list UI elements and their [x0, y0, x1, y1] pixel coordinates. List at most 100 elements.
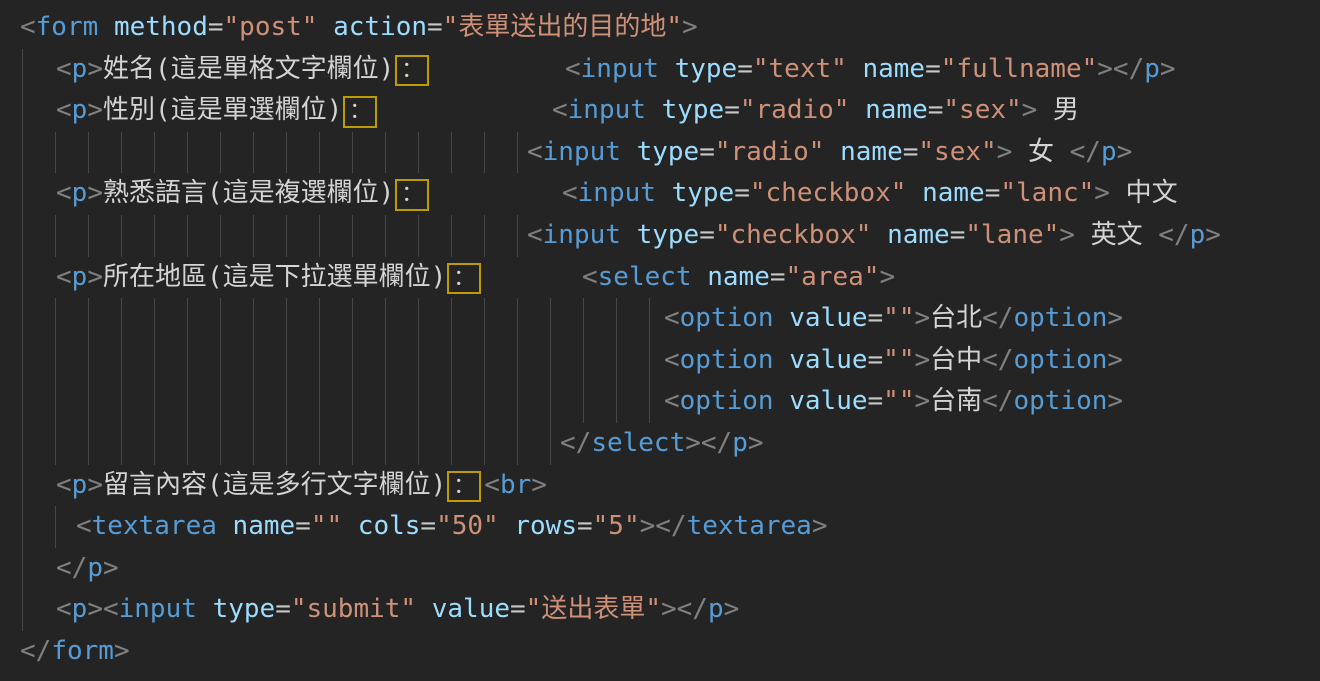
indent-guide	[253, 215, 254, 257]
token-attribute-name: name	[862, 54, 925, 84]
indent-guide	[352, 340, 353, 382]
token-equals: =	[699, 137, 715, 167]
token-string-value: "5"	[593, 511, 640, 541]
token-punctuation: >	[87, 262, 103, 292]
token-text	[317, 12, 333, 42]
token-equals: =	[950, 220, 966, 250]
indent-guide	[154, 340, 155, 382]
token-punctuation: <	[56, 594, 72, 624]
token-string-value: "post"	[224, 12, 318, 42]
token-punctuation: </	[1070, 137, 1101, 167]
token-punctuation: >	[914, 345, 930, 375]
code-editor[interactable]: <form method="post" action="表單送出的目的地"><p…	[0, 0, 1320, 681]
token-punctuation: <	[56, 470, 72, 500]
token-punctuation: >	[724, 594, 740, 624]
indent-guide	[253, 340, 254, 382]
token-tag-name: textarea	[687, 511, 812, 541]
indent-guide	[583, 381, 584, 423]
indent-guide	[55, 340, 56, 382]
code-chunk: <p>性別(這是單選欄位)：	[56, 90, 380, 132]
token-string-value: "text"	[753, 54, 847, 84]
indent-guide	[22, 132, 23, 174]
indent-guide	[616, 381, 617, 423]
token-text	[217, 511, 233, 541]
indent-guide	[220, 340, 221, 382]
token-text	[692, 262, 708, 292]
indent-guide	[451, 340, 452, 382]
token-punctuation: >	[1107, 303, 1123, 333]
token-punctuation: >	[1160, 54, 1176, 84]
token-string-value: "lane"	[965, 220, 1059, 250]
indent-guide	[418, 381, 419, 423]
indent-guide	[319, 340, 320, 382]
indent-guide	[154, 215, 155, 257]
token-text	[774, 386, 790, 416]
token-string-value: ""	[883, 345, 914, 375]
indent-guide	[286, 340, 287, 382]
indent-guide	[319, 423, 320, 465]
indent-guide	[22, 381, 23, 423]
token-punctuation: </	[560, 428, 591, 458]
token-punctuation: >	[1117, 137, 1133, 167]
token-text	[849, 95, 865, 125]
indent-guide	[385, 215, 386, 257]
indent-guide	[286, 423, 287, 465]
token-punctuation: >	[682, 12, 698, 42]
token-punctuation: <	[582, 262, 598, 292]
indent-guide	[517, 381, 518, 423]
token-attribute-name: type	[213, 594, 276, 624]
indent-guide	[319, 298, 320, 340]
indent-guide	[451, 298, 452, 340]
indent-guide	[385, 298, 386, 340]
indent-guide	[484, 423, 485, 465]
token-attribute-name: type	[637, 220, 700, 250]
indent-guide	[121, 215, 122, 257]
code-line: <p>所在地區(這是下拉選單欄位)：<select name="area">	[0, 257, 1320, 299]
token-punctuation: </	[982, 303, 1013, 333]
indent-guide	[484, 298, 485, 340]
indent-guide	[22, 506, 23, 548]
token-punctuation: >	[87, 178, 103, 208]
indent-guide	[319, 381, 320, 423]
indent-guide	[154, 381, 155, 423]
indent-guide	[286, 298, 287, 340]
indent-guide	[418, 215, 419, 257]
code-chunk: <form method="post" action="表單送出的目的地">	[20, 7, 698, 49]
token-tag-name: form	[36, 12, 99, 42]
token-tag-name: option	[1013, 303, 1107, 333]
token-punctuation: </	[982, 386, 1013, 416]
indent-guide	[319, 132, 320, 174]
token-punctuation: >	[87, 470, 103, 500]
indent-guide	[253, 381, 254, 423]
indent-guide	[253, 298, 254, 340]
indent-guide	[286, 215, 287, 257]
token-punctuation: >	[87, 54, 103, 84]
token-tag-name: p	[72, 470, 88, 500]
code-chunk: <p>姓名(這是單格文字欄位)：	[56, 49, 432, 91]
code-line: <p>留言內容(這是多行文字欄位)：<br>	[0, 465, 1320, 507]
unicode-highlight-box: ：	[447, 263, 481, 295]
token-equals: =	[868, 386, 884, 416]
indent-guide	[88, 340, 89, 382]
token-tag-name: input	[543, 137, 621, 167]
token-text: 男	[1037, 95, 1079, 125]
token-text	[621, 220, 637, 250]
token-equals: =	[903, 137, 919, 167]
indent-guide	[22, 465, 23, 507]
token-text	[774, 345, 790, 375]
token-punctuation: >	[1059, 220, 1075, 250]
token-tag-name: option	[1013, 386, 1107, 416]
indent-guide	[22, 173, 23, 215]
indent-guide	[451, 423, 452, 465]
indent-guide	[22, 298, 23, 340]
indent-guide	[22, 257, 23, 299]
indent-guide	[154, 423, 155, 465]
token-text: 所在地區(這是下拉選單欄位)	[103, 262, 446, 292]
token-string-value: "radio"	[715, 137, 825, 167]
indent-guide	[451, 215, 452, 257]
token-tag-name: p	[72, 95, 88, 125]
token-attribute-name: cols	[358, 511, 421, 541]
indent-guide	[121, 381, 122, 423]
code-line: <option value="">台北</option>	[0, 298, 1320, 340]
token-punctuation: </	[982, 345, 1013, 375]
